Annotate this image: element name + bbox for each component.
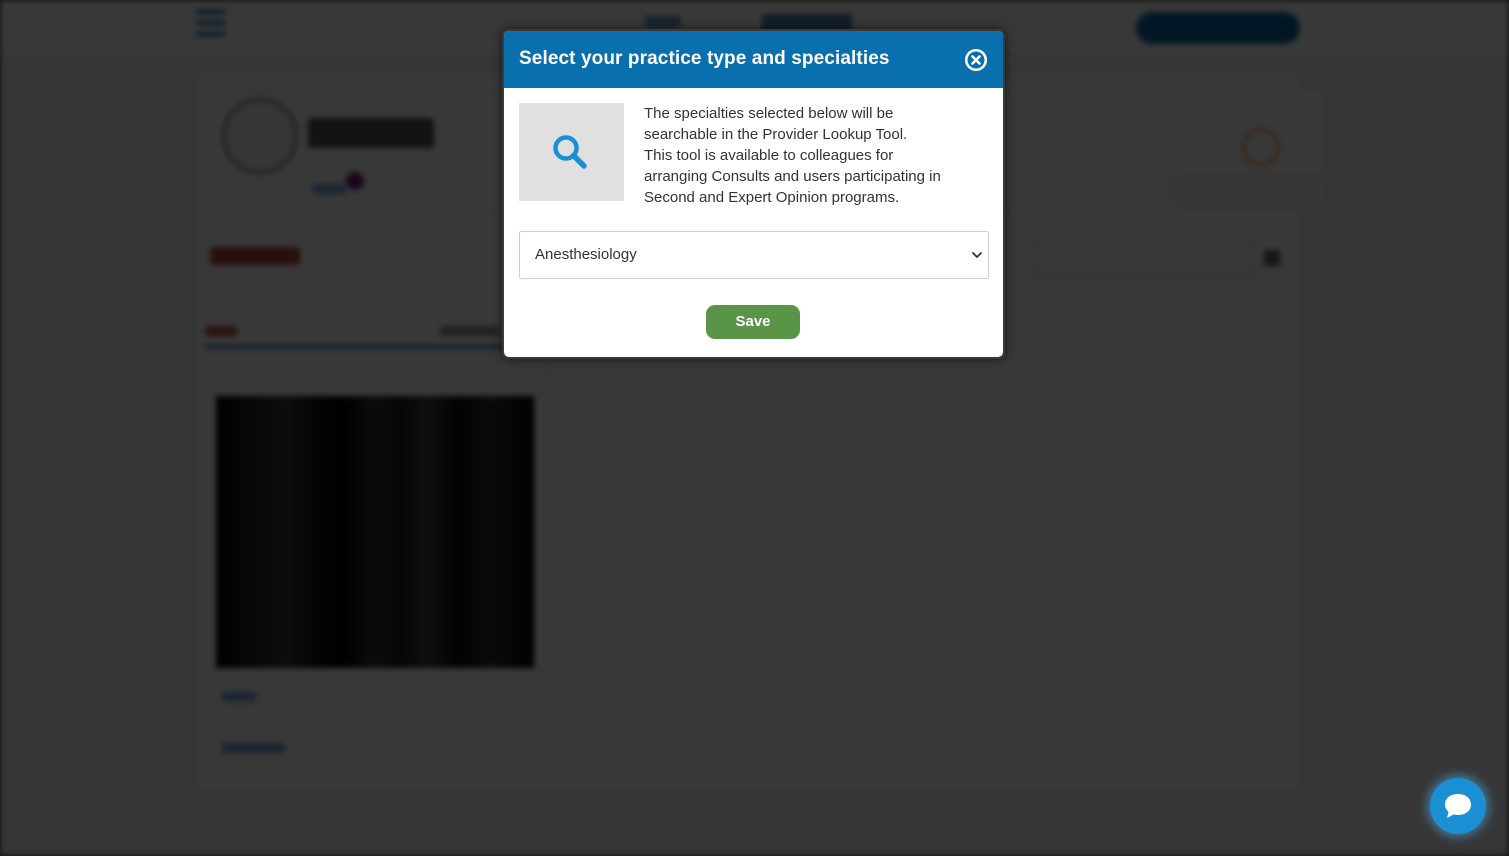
search-illustration — [519, 103, 624, 201]
chat-bubble-icon — [1445, 794, 1471, 818]
save-button[interactable]: Save — [706, 305, 800, 339]
description-line: searchable in the Provider Lookup Tool. — [644, 126, 908, 143]
specialties-modal: Select your practice type and specialtie… — [502, 29, 1005, 359]
specialty-selected-value: Anesthesiology — [535, 246, 637, 263]
close-button[interactable] — [965, 49, 987, 71]
magnifier-icon — [553, 135, 587, 169]
modal-body: The specialties selected below will be s… — [504, 88, 1003, 355]
modal-description: The specialties selected below will be s… — [644, 103, 989, 208]
description-line: Second and Expert Opinion programs. — [644, 189, 900, 206]
close-icon — [965, 49, 987, 71]
modal-title: Select your practice type and specialtie… — [519, 48, 890, 69]
description-line: The specialties selected below will be — [644, 105, 894, 122]
modal-header: Select your practice type and specialtie… — [504, 31, 1003, 88]
chat-button[interactable] — [1430, 778, 1486, 834]
description-line: arranging Consults and users participati… — [644, 168, 941, 185]
chevron-down-icon — [972, 252, 982, 258]
description-line: This tool is available to colleagues for — [644, 147, 894, 164]
specialty-select[interactable]: Anesthesiology — [519, 231, 989, 279]
